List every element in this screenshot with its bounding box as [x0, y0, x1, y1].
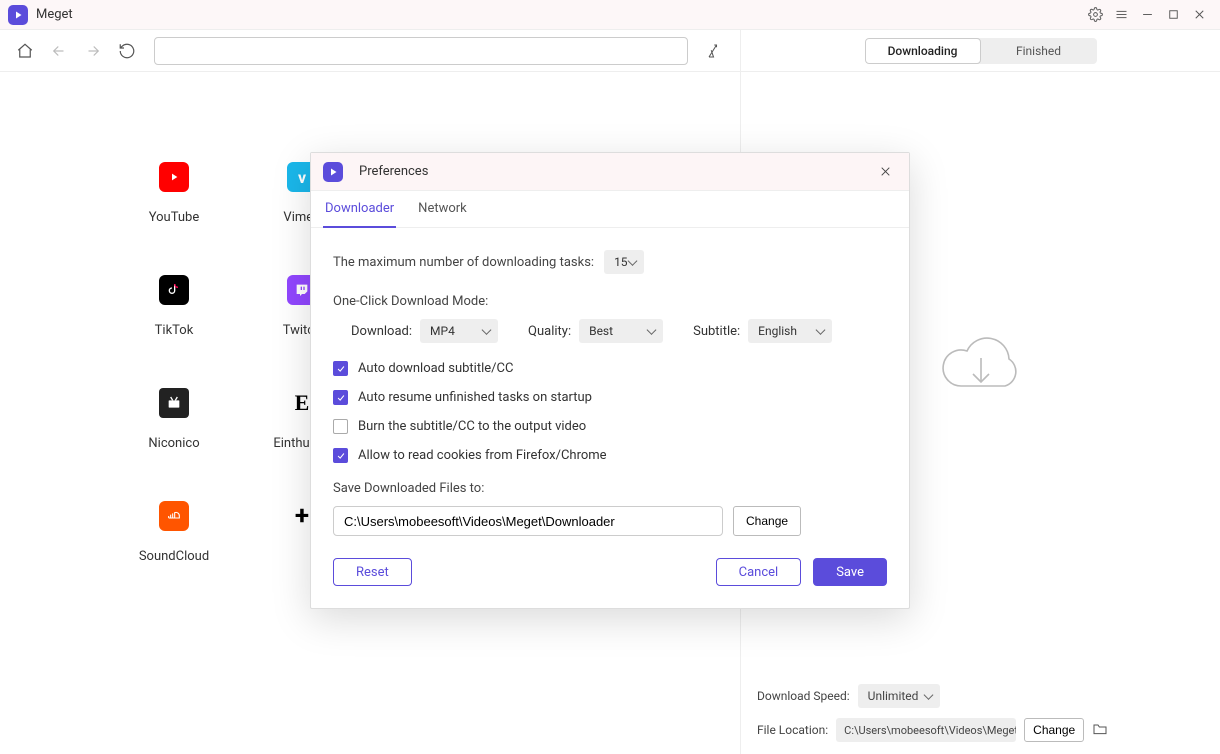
- open-folder-icon[interactable]: [1092, 721, 1108, 740]
- toolbar: Downloading Finished: [0, 30, 1220, 72]
- site-label: SoundCloud: [139, 549, 209, 564]
- right-tabs: Downloading Finished: [740, 30, 1220, 71]
- youtube-icon: [159, 162, 189, 192]
- file-location-label: File Location:: [757, 723, 828, 737]
- subtitle-lang-select[interactable]: English: [748, 319, 832, 343]
- quality-label: Quality:: [528, 324, 571, 339]
- download-speed-select[interactable]: Unlimited: [858, 684, 941, 708]
- checkbox-auto-resume[interactable]: [333, 390, 348, 405]
- download-speed-label: Download Speed:: [757, 689, 850, 703]
- one-click-label: One-Click Download Mode:: [333, 294, 887, 309]
- close-button[interactable]: [1186, 2, 1212, 28]
- tab-finished[interactable]: Finished: [981, 38, 1097, 64]
- quality-select[interactable]: Best: [579, 319, 663, 343]
- tab-downloading[interactable]: Downloading: [865, 38, 981, 64]
- checkbox-auto-subtitle-label: Auto download subtitle/CC: [358, 361, 513, 376]
- titlebar: Meget: [0, 0, 1220, 30]
- save-path-input[interactable]: [333, 506, 723, 536]
- reset-button[interactable]: Reset: [333, 558, 412, 586]
- save-button[interactable]: Save: [813, 558, 887, 586]
- home-button[interactable]: [10, 36, 40, 66]
- max-tasks-label: The maximum number of downloading tasks:: [333, 255, 594, 270]
- checkbox-burn-subtitle[interactable]: [333, 419, 348, 434]
- cancel-button[interactable]: Cancel: [716, 558, 802, 586]
- save-to-label: Save Downloaded Files to:: [333, 481, 887, 496]
- tab-downloader[interactable]: Downloader: [323, 191, 396, 228]
- app-title: Meget: [36, 7, 73, 22]
- file-location-change-button[interactable]: Change: [1024, 718, 1084, 742]
- preferences-dialog: Preferences Downloader Network The maxim…: [310, 152, 910, 609]
- paste-url-icon[interactable]: [700, 36, 730, 66]
- checkbox-read-cookies-label: Allow to read cookies from Firefox/Chrom…: [358, 448, 607, 463]
- download-format-select[interactable]: MP4: [420, 319, 498, 343]
- minimize-button[interactable]: [1134, 2, 1160, 28]
- site-youtube[interactable]: YouTube: [110, 162, 238, 225]
- settings-icon[interactable]: [1082, 2, 1108, 28]
- subtitle-lang-label: Subtitle:: [693, 324, 740, 339]
- checkbox-auto-subtitle[interactable]: [333, 361, 348, 376]
- site-tiktok[interactable]: TikTok: [110, 275, 238, 338]
- cloud-download-icon: [931, 326, 1031, 410]
- soundcloud-icon: [159, 501, 189, 531]
- menu-icon[interactable]: [1108, 2, 1134, 28]
- site-soundcloud[interactable]: SoundCloud: [110, 501, 238, 564]
- app-logo: [8, 5, 28, 25]
- maximize-button[interactable]: [1160, 2, 1186, 28]
- checkbox-read-cookies[interactable]: [333, 448, 348, 463]
- app-logo-small: [323, 162, 343, 182]
- site-niconico[interactable]: Niconico: [110, 388, 238, 451]
- checkbox-burn-subtitle-label: Burn the subtitle/CC to the output video: [358, 419, 586, 434]
- back-button[interactable]: [44, 36, 74, 66]
- site-label: TikTok: [155, 323, 194, 338]
- dialog-close-button[interactable]: [873, 160, 897, 184]
- dialog-title: Preferences: [359, 164, 428, 179]
- forward-button[interactable]: [78, 36, 108, 66]
- site-label: YouTube: [149, 210, 200, 225]
- file-location-value: C:\Users\mobeesoft\Videos\Meget\Dow: [836, 718, 1016, 742]
- reload-button[interactable]: [112, 36, 142, 66]
- max-tasks-select[interactable]: 15: [604, 250, 644, 274]
- download-format-label: Download:: [351, 324, 412, 339]
- site-label: Niconico: [148, 436, 199, 451]
- tab-network[interactable]: Network: [416, 191, 469, 227]
- url-input[interactable]: [154, 37, 688, 65]
- tiktok-icon: [159, 275, 189, 305]
- checkbox-auto-resume-label: Auto resume unfinished tasks on startup: [358, 390, 592, 405]
- niconico-icon: [159, 388, 189, 418]
- save-path-change-button[interactable]: Change: [733, 506, 801, 536]
